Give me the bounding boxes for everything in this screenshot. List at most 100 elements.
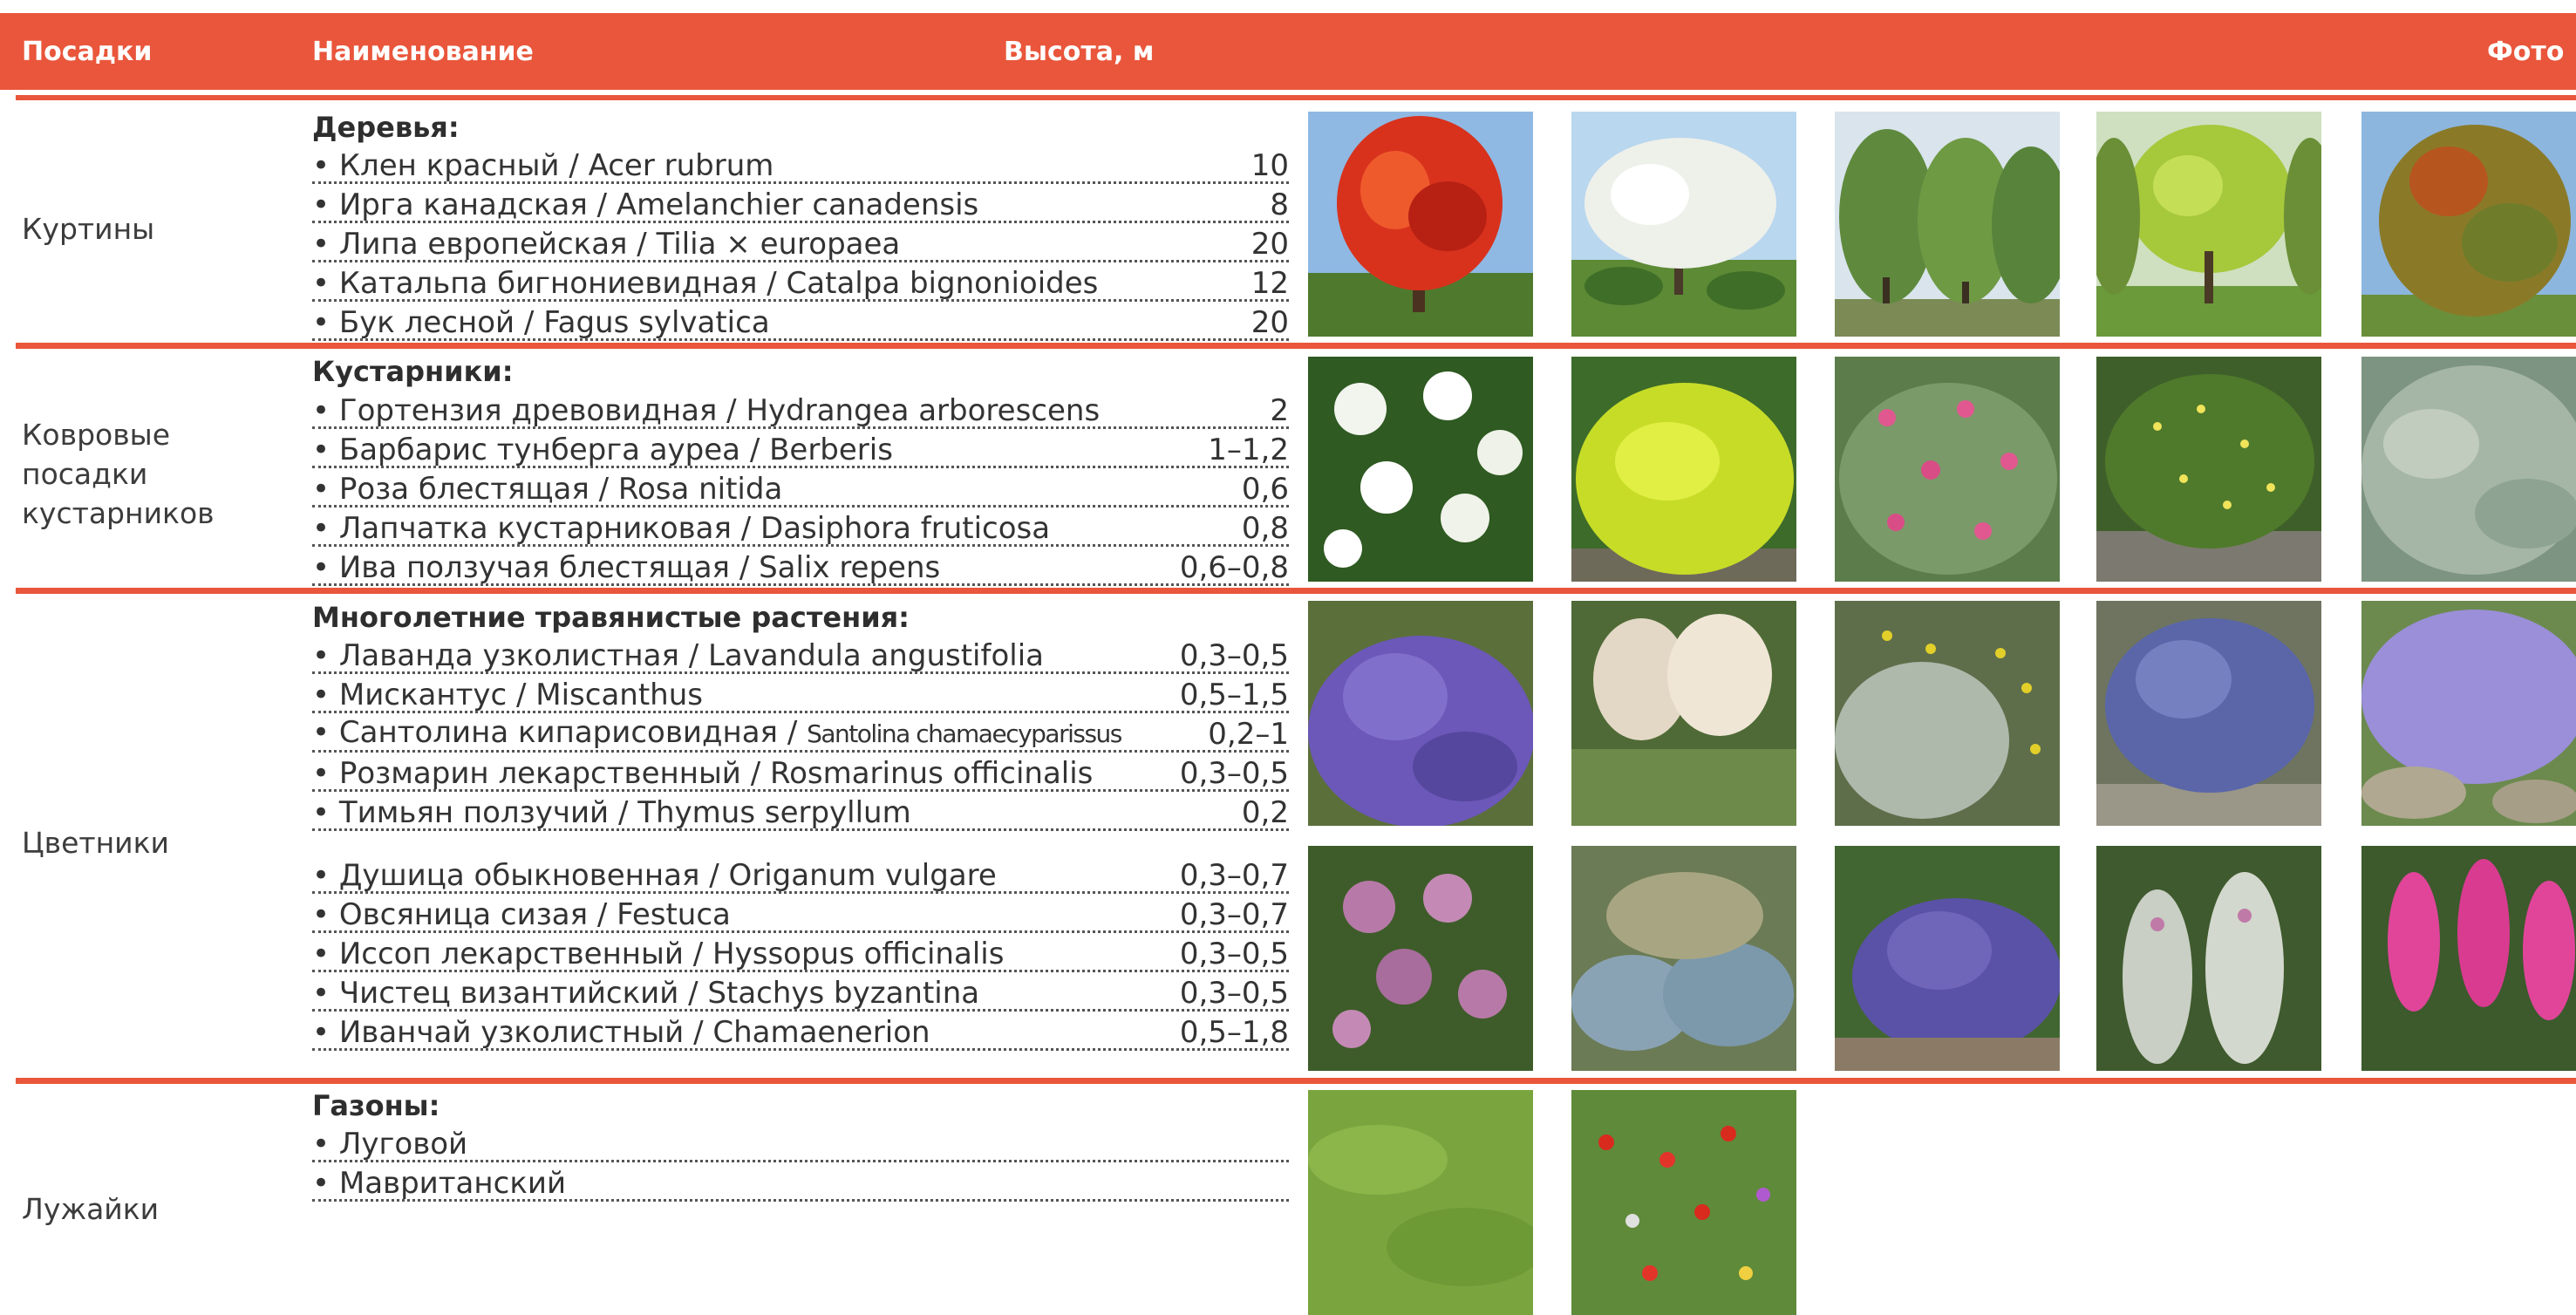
plant-row: • Бук лесной / Fagus sylvatica 20 xyxy=(312,302,1289,341)
plant-row: • Ива ползучая блестящая / Salix repens 0… xyxy=(312,547,1289,586)
header-photo: Фото xyxy=(2487,37,2565,67)
plant-name: • Катальпа бигнониевидная / Catalpa bign… xyxy=(312,266,1099,301)
section-separator xyxy=(16,588,2576,594)
photo-miscanthus xyxy=(1571,601,1796,826)
plant-height: 0,3–0,5 xyxy=(1179,937,1289,971)
header-plantings: Посадки xyxy=(22,37,153,67)
plant-height: 0,2 xyxy=(1241,795,1289,830)
category-label: Лужайки xyxy=(22,1192,160,1226)
plant-height: 0,3–0,5 xyxy=(1179,976,1289,1011)
photo-dasiphora xyxy=(2096,357,2321,582)
photo-rosa-nitida xyxy=(1835,357,2060,582)
plant-row: • Гортензия древовидная / Hydrangea arbo… xyxy=(312,390,1289,429)
plant-row: • Мискантус / Miscanthus 0,5–1,5 xyxy=(312,674,1289,713)
plant-name: • Мискантус / Miscanthus xyxy=(312,678,703,712)
plant-row: • Клен красный / Acer rubrum 10 xyxy=(312,145,1289,184)
plant-row: • Липа европейская / Tilia × europaea 20 xyxy=(312,223,1289,262)
plant-name: • Бук лесной / Fagus sylvatica xyxy=(312,305,770,340)
plant-height: 2 xyxy=(1270,393,1289,428)
plant-height: 0,3–0,7 xyxy=(1179,858,1289,893)
plant-name: • Мавританский xyxy=(312,1166,567,1201)
group-title: Деревья: xyxy=(312,111,460,144)
plant-name: • Иванчай узколистный / Chamaenerion xyxy=(312,1015,930,1050)
plant-row: • Ирга канадская / Amelanchier canadensi… xyxy=(312,184,1289,223)
plant-row: • Лаванда узколистная / Lavandula angust… xyxy=(312,635,1289,674)
plant-height: 10 xyxy=(1251,148,1289,183)
category-label: Цветники xyxy=(22,826,169,860)
section-separator xyxy=(16,1078,2576,1084)
plant-name: • Ива ползучая блестящая / Salix repens xyxy=(312,550,941,585)
plant-name: • Овсяница сизая / Festuca xyxy=(312,897,731,932)
plant-row: • Розмарин лекарственный / Rosmarinus of… xyxy=(312,753,1289,792)
plant-name: • Душица обыкновенная / Origanum vulgare xyxy=(312,858,997,893)
category-label: Куртины xyxy=(22,212,155,246)
plant-height: 0,2–1 xyxy=(1208,717,1289,752)
plant-height: 0,3–0,7 xyxy=(1179,897,1289,932)
plant-row: • Душица обыкновенная / Origanum vulgare… xyxy=(312,855,1289,894)
photo-origanum xyxy=(1308,846,1533,1071)
group-title: Многолетние травянистые растения: xyxy=(312,601,910,634)
plant-height: 20 xyxy=(1251,305,1289,340)
plant-row: • Барбарис тунберга ауреа / Berberis 1–1,… xyxy=(312,429,1289,468)
plant-height: 12 xyxy=(1251,266,1289,301)
plant-name: • Лапчатка кустарниковая / Dasiphora fru… xyxy=(312,511,1051,546)
plant-height: 20 xyxy=(1251,227,1289,262)
plant-name: • Клен красный / Acer rubrum xyxy=(312,148,774,183)
plant-name: • Иссоп лекарственный / Hyssopus officin… xyxy=(312,937,1005,971)
photo-acer-rubrum xyxy=(1308,112,1533,337)
photo-chamaenerion xyxy=(2361,846,2576,1071)
photo-fagus xyxy=(2361,112,2576,337)
plant-row: • Иссоп лекарственный / Hyssopus officin… xyxy=(312,933,1289,972)
plant-height: 0,6 xyxy=(1241,472,1289,507)
photo-salix xyxy=(2361,357,2576,582)
photo-lawn-moorish xyxy=(1571,1090,1796,1315)
plant-name: • Чистец византийский / Stachys byzantin… xyxy=(312,976,980,1011)
photo-amelanchier xyxy=(1571,112,1796,337)
photo-rosmarinus xyxy=(2096,601,2321,826)
plant-height: 0,6–0,8 xyxy=(1179,550,1289,585)
plant-name: • Розмарин лекарственный / Rosmarinus of… xyxy=(312,756,1094,791)
plant-name: • Липа европейская / Tilia × europaea xyxy=(312,227,901,262)
plant-name: • Тимьян ползучий / Thymus serpyllum xyxy=(312,795,911,830)
plant-name: • Ирга канадская / Amelanchier canadensi… xyxy=(312,187,979,222)
plant-height: 8 xyxy=(1270,187,1289,222)
plant-name: • Барбарис тунберга ауреа / Berberis xyxy=(312,433,893,467)
plant-height: 0,5–1,8 xyxy=(1179,1015,1289,1050)
table-header: Посадки Наименование Высота, м Фото xyxy=(0,13,2576,90)
plant-name: • Роза блестящая / Rosa nitida xyxy=(312,472,783,507)
photo-tilia xyxy=(1835,112,2060,337)
plant-height: 0,8 xyxy=(1241,511,1289,546)
photo-festuca xyxy=(1571,846,1796,1071)
plant-row: • Чистец византийский / Stachys byzantin… xyxy=(312,972,1289,1012)
plant-row: • Тимьян ползучий / Thymus serpyllum 0,2 xyxy=(312,792,1289,831)
plant-row: • Роза блестящая / Rosa nitida 0,6 xyxy=(312,468,1289,508)
plant-row: • Иванчай узколистный / Chamaenerion 0,5–… xyxy=(312,1012,1289,1051)
plant-row: • Луговой xyxy=(312,1123,1289,1162)
plant-height: 0,3–0,5 xyxy=(1179,756,1289,791)
plant-height: 1–1,2 xyxy=(1208,433,1289,467)
plant-height: 0,3–0,5 xyxy=(1179,638,1289,673)
plant-name: • Сантолина кипарисовидная / Santolina c… xyxy=(312,715,1122,750)
photo-lavandula xyxy=(1308,601,1533,826)
photo-lawn-meadow xyxy=(1308,1090,1533,1315)
photo-hyssopus xyxy=(1835,846,2060,1071)
plant-row: • Сантолина кипарисовидная / Santolina c… xyxy=(312,713,1289,753)
photo-thymus xyxy=(2361,601,2576,826)
plant-row: • Лапчатка кустарниковая / Dasiphora fru… xyxy=(312,508,1289,547)
group-title: Газоны: xyxy=(312,1089,440,1122)
plant-row: • Катальпа бигнониевидная / Catalpa bign… xyxy=(312,262,1289,302)
category-label: Ковровые посадки кустарников xyxy=(22,418,215,530)
photo-santolina xyxy=(1835,601,2060,826)
plant-row: • Овсяница сизая / Festuca 0,3–0,7 xyxy=(312,894,1289,933)
photo-stachys xyxy=(2096,846,2321,1071)
photo-hydrangea xyxy=(1308,357,1533,582)
header-name: Наименование xyxy=(312,37,534,67)
plant-row: • Мавританский xyxy=(312,1162,1289,1202)
photo-catalpa xyxy=(2096,112,2321,337)
plant-name: • Лаванда узколистная / Lavandula angust… xyxy=(312,638,1044,673)
plant-height: 0,5–1,5 xyxy=(1179,678,1289,712)
header-height: Высота, м xyxy=(1004,37,1155,67)
group-title: Кустарники: xyxy=(312,355,514,388)
plant-name: • Луговой xyxy=(312,1127,468,1162)
photo-berberis xyxy=(1571,357,1796,582)
